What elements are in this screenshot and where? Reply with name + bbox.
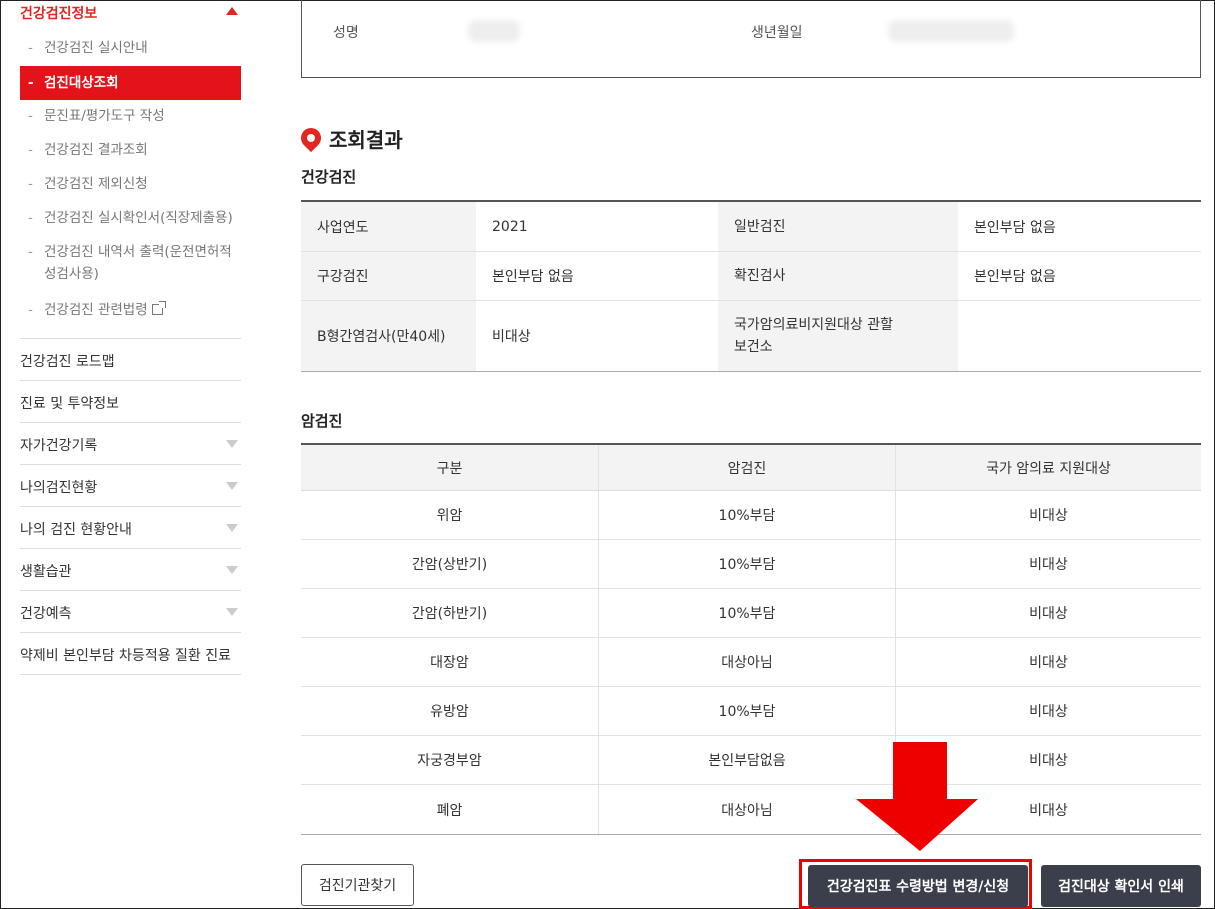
sidebar-item-label: 건강검진 관련법령: [44, 302, 148, 318]
chevron-down-icon: [226, 566, 238, 574]
table-cell: 간암(상반기): [301, 540, 599, 588]
table-header-cell: 일반검진: [718, 202, 958, 251]
birthdate-value-redacted: [888, 20, 1014, 42]
sidebar-item-label: 건강검진 실시확인서(직장제출용): [44, 210, 233, 226]
sidebar-item-label: 건강검진 실시안내: [44, 40, 148, 56]
column-header-cancer-checkup: 암검진: [599, 445, 896, 490]
table-cell: 비대상: [492, 329, 531, 345]
table-cell: 비대상: [1029, 704, 1068, 720]
sidebar-menu-label: 생활습관: [20, 564, 72, 580]
sidebar-item-label: 문진표/평가도구 작성: [44, 108, 165, 124]
annotation-down-arrow-icon: [856, 742, 978, 851]
external-link-icon: [151, 301, 166, 315]
table-row: 구강검진 본인부담 없음 확진검사 본인부담 없음: [301, 252, 1201, 301]
name-value-redacted: [468, 20, 520, 42]
chevron-down-icon: [226, 440, 238, 448]
table-row: 간암(하반기) 10%부담 비대상: [301, 589, 1201, 638]
table-row: 유방암 10%부담 비대상: [301, 687, 1201, 736]
table-cell: 비대상: [1029, 606, 1068, 622]
sidebar-item-history-print[interactable]: - 건강검진 내역서 출력(운전면허적성검사용): [20, 241, 241, 287]
sidebar-header-health-checkup-info[interactable]: 건강검진정보: [20, 0, 241, 26]
sidebar-item-label: 건강검진 제외신청: [44, 176, 148, 192]
personal-info-box: 성명 생년월일: [301, 0, 1201, 78]
sidebar-menu-treatment-info[interactable]: 진료 및 투약정보: [20, 380, 241, 422]
table-row: 위암 10%부담 비대상: [301, 491, 1201, 540]
table-cell: 10%부담: [599, 540, 896, 588]
print-target-confirmation-button[interactable]: 검진대상 확인서 인쇄: [1041, 865, 1201, 907]
table-cell: 2021: [492, 218, 528, 235]
sidebar-menu-label: 나의 검진 현황안내: [20, 522, 132, 538]
sidebar-item-target-lookup[interactable]: - 검진대상조회: [20, 66, 241, 100]
table-row: B형간염검사(만40세) 비대상 국가암의료비지원대상 관할보건소: [301, 301, 1201, 371]
sidebar-menu-lifestyle[interactable]: 생활습관: [20, 548, 241, 590]
table-header-cell: 구강검진: [301, 252, 476, 300]
table-cell: [958, 301, 1201, 371]
table-row: 폐암 대상아님 비대상: [301, 785, 1201, 834]
table-header-row: 구분 암검진 국가 암의료 지원대상: [301, 445, 1201, 491]
table-header-cell: 국가암의료비지원대상 관할보건소: [718, 301, 958, 371]
sidebar-menu-self-health-record[interactable]: 자가건강기록: [20, 422, 241, 464]
sidebar-menu-health-prediction[interactable]: 건강예측: [20, 590, 241, 632]
result-title: 조회결과: [329, 128, 403, 152]
table-cell: 간암(하반기): [301, 589, 599, 637]
table-row: 사업연도 2021 일반검진 본인부담 없음: [301, 202, 1201, 252]
table-cell: 대상아님: [599, 638, 896, 686]
table-row: 간암(상반기) 10%부담 비대상: [301, 540, 1201, 589]
sidebar-menu-my-checkup-guide[interactable]: 나의 검진 현황안내: [20, 506, 241, 548]
cancer-checkup-table: 구분 암검진 국가 암의료 지원대상 위암 10%부담 비대상 간암(상반기) …: [301, 443, 1201, 835]
sidebar-item-label: 건강검진 결과조회: [44, 142, 148, 158]
sidebar-menu-label: 약제비 본인부담 차등적용 질환 진료: [20, 648, 231, 664]
table-cell: 10%부담: [599, 589, 896, 637]
table-cell: 대상아님: [599, 785, 896, 834]
table-cell: 본인부담없음: [599, 736, 896, 784]
sidebar-menu-label: 건강검진 로드맵: [20, 354, 115, 370]
table-cell: 폐암: [301, 785, 599, 834]
chevron-down-icon: [226, 524, 238, 532]
table-cell: 비대상: [1029, 655, 1068, 671]
sidebar-menu-my-checkup-status[interactable]: 나의검진현황: [20, 464, 241, 506]
table-cell: 비대상: [1029, 557, 1068, 573]
sidebar-menu-label: 나의검진현황: [20, 480, 98, 496]
table-cell: 비대상: [1029, 508, 1068, 524]
sidebar-item-label: 건강검진 내역서 출력(운전면허적성검사용): [44, 244, 232, 282]
table-cell: 본인부담 없음: [974, 269, 1056, 285]
table-cell: 유방암: [301, 687, 599, 735]
sidebar-menu-label: 진료 및 투약정보: [20, 396, 120, 412]
table-cell: 위암: [301, 491, 599, 539]
change-receipt-method-button[interactable]: 건강검진표 수령방법 변경/신청: [808, 865, 1028, 907]
table-cell: 10%부담: [599, 491, 896, 539]
table-cell: 본인부담 없음: [974, 219, 1056, 236]
collapse-arrow-icon: [226, 7, 238, 15]
table-header-cell: 확진검사: [718, 252, 958, 300]
sidebar-menu-label: 건강예측: [20, 606, 72, 622]
table-row: 자궁경부암 본인부담없음 비대상: [301, 736, 1201, 785]
column-header-category: 구분: [301, 445, 599, 490]
health-checkup-table: 사업연도 2021 일반검진 본인부담 없음 구강검진 본인부담 없음 확진검사…: [301, 200, 1201, 372]
table-cell: 본인부담 없음: [492, 269, 574, 285]
cancer-checkup-subtitle: 암검진: [301, 412, 343, 430]
table-cell: 대장암: [301, 638, 599, 686]
birthdate-label: 생년월일: [751, 25, 803, 41]
chevron-down-icon: [226, 608, 238, 616]
table-cell: 10%부담: [599, 687, 896, 735]
column-header-national-support: 국가 암의료 지원대상: [986, 460, 1111, 477]
chevron-down-icon: [226, 482, 238, 490]
table-row: 대장암 대상아님 비대상: [301, 638, 1201, 687]
table-cell: 자궁경부암: [301, 736, 599, 784]
sidebar-menu-roadmap[interactable]: 건강검진 로드맵: [20, 338, 241, 380]
name-label: 성명: [333, 25, 359, 41]
table-header-cell: 사업연도: [301, 202, 476, 251]
find-checkup-center-button[interactable]: 검진기관찾기: [301, 864, 414, 906]
sidebar-item-label: 검진대상조회: [44, 75, 119, 91]
sidebar-header-label: 건강검진정보: [20, 6, 98, 22]
sidebar-divider: [20, 674, 241, 675]
sidebar-menu-drug-copay[interactable]: 약제비 본인부담 차등적용 질환 진료: [20, 632, 241, 674]
table-header-cell: B형간염검사(만40세): [301, 301, 476, 371]
health-checkup-subtitle: 건강검진: [301, 168, 357, 186]
sidebar-menu-label: 자가건강기록: [20, 438, 98, 454]
